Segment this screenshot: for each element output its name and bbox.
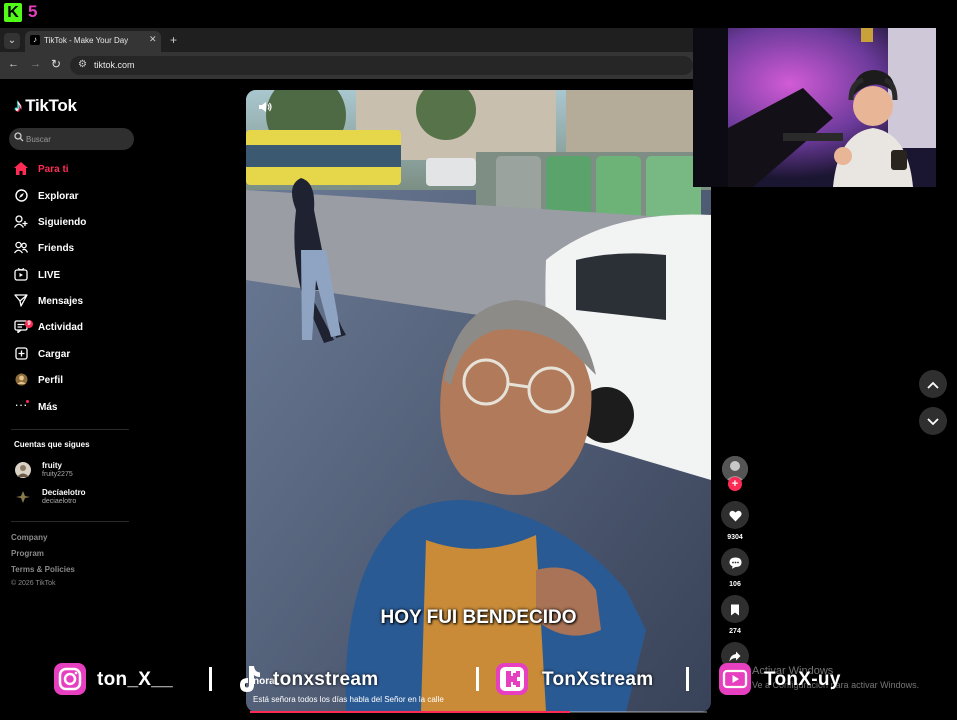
webcam-image — [693, 28, 936, 187]
tiktok-favicon-icon: ♪ — [30, 35, 40, 45]
tab-close-button[interactable]: ✕ — [149, 34, 157, 45]
nav-label: Para ti — [38, 164, 69, 175]
account-handle: fruity2275 — [42, 471, 73, 478]
nav-item-perfil[interactable]: Perfil — [12, 371, 132, 391]
youtube-handle: TonX-uy — [764, 669, 841, 690]
copyright-text: © 2026 TikTok — [11, 580, 56, 587]
nav-item-siguiendo[interactable]: Siguiendo — [12, 213, 132, 233]
friends-icon — [13, 241, 29, 257]
sidebar-divider — [11, 429, 129, 430]
home-icon — [14, 162, 28, 178]
upload-icon — [14, 347, 28, 363]
followed-account[interactable]: Decíaelotro deciaelotro — [15, 488, 135, 508]
comment-button[interactable] — [721, 548, 749, 576]
nav-label: Mensajes — [38, 296, 84, 307]
like-count: 9304 — [727, 534, 743, 541]
comment-icon — [729, 554, 742, 569]
video-caption-overlay: HOY FUI BENDECIDO — [380, 607, 577, 628]
nav-label: Explorar — [38, 191, 79, 202]
followed-account[interactable]: fruity fruity2275 — [15, 461, 135, 481]
account-handle: deciaelotro — [42, 498, 77, 505]
previous-video-button[interactable] — [919, 370, 947, 398]
live-icon — [14, 268, 28, 284]
nav-item-cargar[interactable]: Cargar — [12, 345, 132, 365]
new-tab-button[interactable]: + — [170, 33, 177, 47]
nav-item-explorar[interactable]: Explorar — [12, 187, 132, 207]
tiktok-social-icon — [233, 663, 263, 695]
save-count: 274 — [729, 628, 741, 635]
comment-count: 106 — [729, 581, 741, 588]
tiktok-note-icon: ♪ — [14, 96, 23, 115]
streamer-webcam — [693, 28, 936, 187]
like-button[interactable] — [721, 501, 749, 529]
avatar — [15, 462, 31, 478]
search-input[interactable] — [26, 131, 126, 147]
nav-item-friends[interactable]: Friends — [12, 239, 132, 259]
nav-label: Actividad — [38, 322, 84, 333]
heart-icon — [728, 507, 742, 522]
notification-badge: 9 — [25, 320, 33, 328]
chevron-down-icon — [927, 414, 939, 428]
following-section-title: Cuentas que sigues — [14, 440, 90, 449]
back-arrow-icon[interactable]: ← — [8, 58, 19, 70]
nav-label: Perfil — [38, 375, 64, 386]
account-name: Decíaelotro — [42, 488, 86, 497]
messages-icon — [14, 294, 28, 310]
video-description: Está señora todos los días habla del Señ… — [253, 695, 444, 704]
reload-icon[interactable]: ↻ — [51, 57, 61, 71]
share-icon — [729, 648, 741, 663]
site-info-icon[interactable]: ⚙ — [78, 59, 87, 70]
stream-top-bar — [0, 0, 957, 28]
volume-icon[interactable] — [258, 101, 272, 116]
footer-link-company[interactable]: Company — [11, 533, 47, 542]
social-separator — [209, 667, 212, 691]
nav-label: Siguiendo — [38, 217, 87, 228]
nav-label: Más — [38, 402, 58, 413]
compass-icon — [14, 189, 28, 205]
save-button[interactable] — [721, 595, 749, 623]
browser-tab-title: TikTok - Make Your Day — [44, 36, 129, 45]
kick-social-icon — [496, 663, 528, 695]
search-icon — [14, 132, 24, 145]
nav-label: LIVE — [38, 270, 61, 281]
more-dot-badge — [26, 400, 29, 403]
address-bar[interactable] — [70, 56, 693, 75]
nav-label: Friends — [38, 243, 75, 254]
kick-handle: TonXstream — [542, 669, 654, 690]
social-separator — [686, 667, 689, 691]
nav-item-para-ti[interactable]: Para ti — [12, 160, 132, 180]
forward-arrow-icon[interactable]: → — [30, 58, 41, 70]
stream-count: 5 — [28, 2, 38, 21]
url-text[interactable]: tiktok.com — [94, 60, 135, 70]
youtube-icon — [719, 663, 751, 695]
nav-label: Cargar — [38, 349, 71, 360]
sidebar-divider — [11, 521, 129, 522]
instagram-icon — [54, 663, 86, 695]
instagram-handle: ton_X__ — [97, 669, 174, 690]
account-name: fruity — [42, 461, 62, 470]
bookmark-icon — [730, 601, 740, 616]
next-video-button[interactable] — [919, 407, 947, 435]
social-separator — [476, 667, 479, 691]
follow-plus-button[interactable]: + — [728, 477, 742, 491]
tiktok-handle: tonxstream — [273, 669, 379, 690]
tiktok-brand-text: TikTok — [25, 96, 77, 115]
video-progress-fill — [250, 711, 570, 713]
footer-link-program[interactable]: Program — [11, 549, 44, 558]
nav-item-live[interactable]: LIVE — [12, 266, 132, 286]
nav-item-mensajes[interactable]: Mensajes — [12, 292, 132, 312]
avatar — [15, 489, 31, 505]
following-icon — [13, 215, 28, 231]
nav-item-mas[interactable]: ··· Más — [12, 397, 132, 418]
footer-link-terms[interactable]: Terms & Policies — [11, 565, 75, 574]
profile-icon — [14, 373, 28, 389]
kick-logo: K — [4, 3, 22, 22]
chevron-up-icon — [927, 377, 939, 391]
tab-search-button[interactable]: ⌄ — [4, 33, 20, 49]
tiktok-logo[interactable]: ♪ TikTok — [14, 96, 77, 116]
